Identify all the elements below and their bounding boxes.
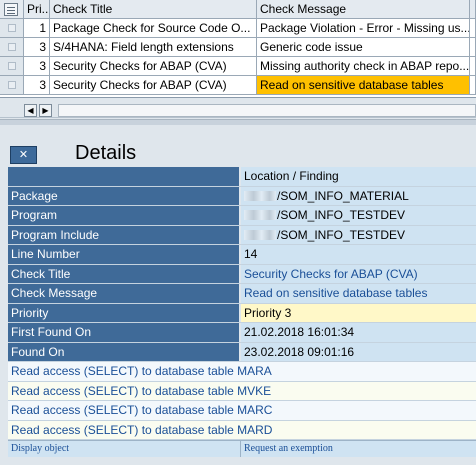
pane-splitter[interactable]: [0, 119, 476, 125]
table-row-selected[interactable]: 3 Security Checks for ABAP (CVA) Read on…: [0, 76, 476, 95]
detail-value-text: /SOM_INFO_TESTDEV: [277, 227, 406, 242]
details-header-value: Location / Finding: [241, 167, 476, 186]
details-title: Details: [75, 142, 137, 164]
select-all-icon[interactable]: [4, 3, 18, 16]
detail-value-link[interactable]: Read on sensitive database tables: [241, 284, 476, 303]
scroll-left-button[interactable]: ◀: [24, 104, 37, 117]
detail-row-priority: Priority Priority 3: [8, 303, 476, 323]
table-row[interactable]: 3 Security Checks for ABAP (CVA) Missing…: [0, 57, 476, 76]
detail-label: Package: [8, 186, 241, 205]
detail-value: Priority 3: [241, 303, 476, 322]
finding-link[interactable]: Read access (SELECT) to database table M…: [8, 401, 476, 421]
column-header-overflow: [470, 0, 476, 19]
details-header-label: [8, 167, 241, 186]
detail-row-first-found-on: First Found On 21.02.2018 16:01:34: [8, 323, 476, 343]
row-selector[interactable]: [0, 57, 24, 76]
select-all-cell[interactable]: [0, 0, 24, 19]
grid-header: Pri... Check Title Check Message: [0, 0, 476, 19]
detail-row-program-include: Program Include /SOM_INFO_TESTDEV: [8, 225, 476, 245]
detail-row-package: Package /SOM_INFO_MATERIAL: [8, 186, 476, 206]
scroll-right-button[interactable]: ▶: [39, 104, 52, 117]
detail-row-found-on: Found On 23.02.2018 09:01:16: [8, 342, 476, 362]
detail-label: Program Include: [8, 225, 241, 244]
results-grid: Pri... Check Title Check Message 1 Packa…: [0, 0, 476, 98]
detail-row-line-number: Line Number 14: [8, 245, 476, 265]
detail-label: Line Number: [8, 245, 241, 264]
detail-value: 23.02.2018 09:01:16: [241, 342, 476, 361]
row-selector-icon[interactable]: [8, 62, 16, 70]
request-exemption-link[interactable]: Request an exemption: [241, 441, 476, 457]
detail-label: Check Message: [8, 284, 241, 303]
finding-link[interactable]: Read access (SELECT) to database table M…: [8, 362, 476, 382]
redacted-mark: [244, 210, 276, 220]
cell-check-title[interactable]: Security Checks for ABAP (CVA): [50, 76, 257, 95]
details-footer: Display object Request an exemption: [8, 440, 476, 457]
cell-priority: 3: [24, 76, 50, 95]
redacted-mark: [244, 229, 276, 240]
table-row[interactable]: 3 S/4HANA: Field length extensions Gener…: [0, 38, 476, 57]
detail-label: Found On: [8, 342, 241, 361]
details-header-row: Location / Finding: [8, 167, 476, 187]
cell-check-title[interactable]: Security Checks for ABAP (CVA): [50, 57, 257, 76]
cell-priority: 1: [24, 19, 50, 38]
horizontal-scrollbar[interactable]: ◀ ▶: [0, 98, 476, 118]
detail-row-check-title: Check Title Security Checks for ABAP (CV…: [8, 264, 476, 284]
row-selector-icon[interactable]: [8, 81, 16, 89]
row-selector[interactable]: [0, 38, 24, 57]
detail-value-link[interactable]: Security Checks for ABAP (CVA): [241, 264, 476, 283]
detail-value: /SOM_INFO_MATERIAL: [241, 186, 476, 205]
detail-label: Program: [8, 206, 241, 225]
close-details-button[interactable]: ✕: [10, 146, 37, 164]
detail-value-text: /SOM_INFO_MATERIAL: [277, 188, 409, 203]
scroll-track[interactable]: [58, 104, 476, 117]
cell-check-title[interactable]: S/4HANA: Field length extensions: [50, 38, 257, 57]
cell-check-title[interactable]: Package Check for Source Code O...: [50, 19, 257, 38]
column-header-check-message[interactable]: Check Message: [257, 0, 470, 19]
finding-link[interactable]: Read access (SELECT) to database table M…: [8, 381, 476, 401]
details-table: Location / Finding Package /SOM_INFO_MAT…: [8, 167, 476, 440]
cell-check-message[interactable]: Generic code issue: [257, 38, 470, 57]
details-panel: ✕ Details Location / Finding Package /SO…: [0, 126, 476, 465]
row-selector[interactable]: [0, 76, 24, 95]
redacted-mark: [244, 190, 276, 201]
detail-label: Priority: [8, 303, 241, 322]
cell-overflow: [470, 57, 476, 76]
cell-priority: 3: [24, 38, 50, 57]
finding-link[interactable]: Read access (SELECT) to database table M…: [8, 420, 476, 440]
cell-overflow: [470, 76, 476, 95]
cell-check-message[interactable]: Package Violation - Error - Missing us..…: [257, 19, 470, 38]
row-selector-icon[interactable]: [8, 43, 16, 51]
column-header-check-title[interactable]: Check Title: [50, 0, 257, 19]
row-selector-icon[interactable]: [8, 24, 16, 32]
detail-value: 21.02.2018 16:01:34: [241, 323, 476, 342]
cell-overflow: [470, 38, 476, 57]
column-header-priority[interactable]: Pri...: [24, 0, 50, 19]
detail-row-program: Program /SOM_INFO_TESTDEV: [8, 206, 476, 226]
table-row[interactable]: 1 Package Check for Source Code O... Pac…: [0, 19, 476, 38]
detail-label: First Found On: [8, 323, 241, 342]
detail-value: /SOM_INFO_TESTDEV: [241, 206, 476, 225]
cell-overflow: [470, 19, 476, 38]
detail-value-text: /SOM_INFO_TESTDEV: [277, 208, 406, 222]
cell-check-message-highlighted[interactable]: Read on sensitive database tables: [257, 76, 470, 95]
cell-priority: 3: [24, 57, 50, 76]
cell-check-message[interactable]: Missing authority check in ABAP repo...: [257, 57, 470, 76]
detail-value: /SOM_INFO_TESTDEV: [241, 225, 476, 244]
row-selector[interactable]: [0, 19, 24, 38]
detail-value: 14: [241, 245, 476, 264]
display-object-link[interactable]: Display object: [8, 441, 241, 457]
detail-row-check-message: Check Message Read on sensitive database…: [8, 284, 476, 304]
detail-label: Check Title: [8, 264, 241, 283]
